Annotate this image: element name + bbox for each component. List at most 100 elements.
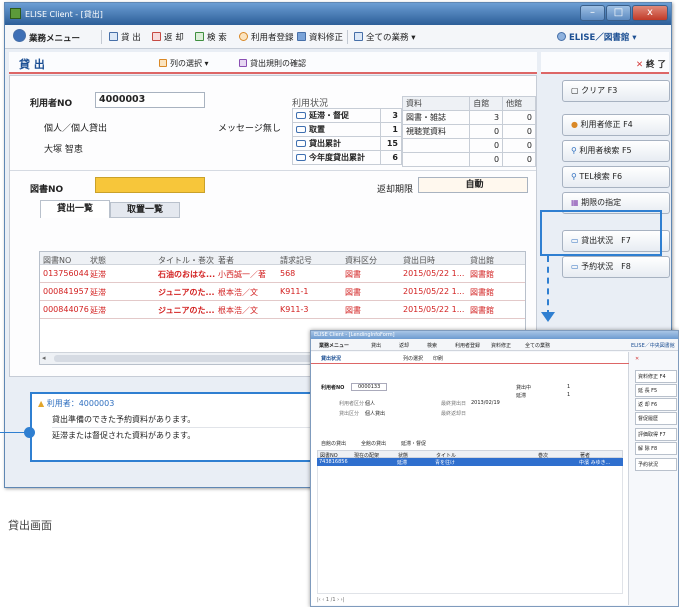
user-name: 大塚 智恵	[44, 145, 83, 155]
calendar-icon: ▦	[571, 198, 579, 207]
sub-side-button[interactable]: 解 除 F8	[635, 442, 677, 455]
book-icon	[296, 112, 306, 119]
item-stats-row: 視聴覚資料 0 0	[401, 124, 536, 139]
sub-menu-main[interactable]: 業務メニュー	[319, 342, 349, 349]
highlight-frame	[540, 210, 662, 256]
divider	[10, 170, 536, 171]
tab-reserve[interactable]: 取置一覧	[110, 202, 180, 218]
user-icon	[239, 32, 248, 41]
book-icon	[296, 140, 306, 147]
sub-title-bar: ELISE Client - [LendingInfoForm]	[311, 331, 678, 339]
user-no-input[interactable]: 4000003	[95, 92, 205, 108]
sub-main: 貸出状況 列の選択 印刷 利用者NO 0000133 利用者区分 個人 最終貸出…	[311, 352, 629, 605]
callout-dot	[24, 427, 35, 438]
sub-menu-lend[interactable]: 貸出	[371, 342, 381, 349]
sub-side-button[interactable]: 督促履歴	[635, 412, 677, 425]
edit-icon	[297, 32, 306, 41]
screen-title: 貸 出	[19, 58, 45, 71]
menu-item-edit[interactable]: 資料修正	[297, 31, 343, 43]
tasks-icon	[354, 32, 363, 41]
item-stats-table: 資料 自館 他館 図書・雑誌 3 0 視聴覚資料 0 0 00 00	[401, 96, 536, 167]
status-row: 今年度貸出累計 6	[292, 150, 403, 165]
sub-grid-header: 図書NO 現在の配架 状態 タイトル 巻次 著者	[317, 450, 623, 459]
sub-radio-all[interactable]: 全館の貸出	[361, 440, 386, 447]
scrollbar-thumb[interactable]	[54, 355, 354, 362]
title-bar: ELISE Client - [貸出] – □ x	[5, 3, 671, 25]
book-no-input[interactable]	[95, 177, 205, 193]
sub-side-button[interactable]: 評価取得 F7	[635, 428, 677, 441]
sub-column-select[interactable]: 列の選択	[403, 355, 423, 362]
menu-user-reg[interactable]: 利用者登録	[239, 31, 294, 43]
reserve-status-button[interactable]: ▭ 予約状況 F8	[562, 256, 670, 278]
sub-radio-overdue[interactable]: 延滞・督促	[401, 440, 426, 447]
globe-icon	[13, 29, 26, 42]
menu-return[interactable]: 返 却	[152, 31, 184, 43]
sub-menu-item-edit[interactable]: 資料修正	[491, 342, 511, 349]
menu-library[interactable]: ELISE／図書館 ▾	[557, 31, 637, 43]
sub-table-row[interactable]: 743816856 延滞 青を往け 中濱 みゆき...	[317, 458, 623, 466]
minimize-button[interactable]: –	[580, 5, 605, 21]
sub-side-button[interactable]: 延 長 F5	[635, 384, 677, 397]
column-select[interactable]: 列の選択 ▾	[159, 58, 209, 69]
menu-bar: 業務メニュー 貸 出 返 却 検 索 利用者登録 資料修正 全ての業務 ▾ EL…	[5, 25, 671, 49]
end-button[interactable]: ✕ 終 了	[636, 58, 666, 70]
callout-line	[547, 256, 549, 316]
rules-icon	[239, 59, 247, 67]
sub-menu-return[interactable]: 返却	[399, 342, 409, 349]
user-search-button[interactable]: ⚲ 利用者検索 F5	[562, 140, 670, 162]
table-row[interactable]: 013756044 延滞 石油のおはな... 小西誠一／著 568 図書 2015/05/2…	[40, 266, 525, 283]
user-message: メッセージ無し	[218, 124, 281, 134]
message-line: 延滞または督促された資料があります。	[52, 431, 196, 440]
sub-menu-search[interactable]: 検索	[427, 342, 437, 349]
menu-divider	[347, 30, 348, 44]
sub-side-button[interactable]: 資料修正 F4	[635, 370, 677, 383]
end-bar: ✕ 終 了	[541, 52, 669, 74]
book-icon	[296, 126, 306, 133]
sub-print[interactable]: 印刷	[433, 355, 443, 362]
user-no-label: 利用者NO	[30, 99, 73, 109]
item-stats-row: 図書・雑誌 3 0	[401, 110, 536, 125]
sub-grid-body	[317, 466, 623, 594]
tab-lending[interactable]: 貸出一覧	[40, 200, 110, 218]
menu-search[interactable]: 検 索	[195, 31, 227, 43]
status-table: 延滞・督促 3 取置 1 貸出累計 15 今年度貸出累計 6	[292, 108, 403, 165]
menu-main[interactable]: 業務メニュー	[13, 29, 80, 44]
maximize-button[interactable]: □	[606, 5, 631, 21]
rule-check-link[interactable]: 貸出規則の確認	[239, 58, 306, 69]
sub-side-button[interactable]: 予約状況	[635, 458, 677, 471]
close-button[interactable]: x	[632, 5, 668, 21]
item-stats-row: 00	[401, 138, 536, 153]
status-row: 取置 1	[292, 122, 403, 137]
person-icon	[557, 32, 566, 41]
search-icon: ⚲	[571, 146, 577, 155]
sub-pager[interactable]: |‹ ‹ 1 /1 › ›|	[317, 597, 344, 603]
book-icon	[296, 154, 306, 161]
user-edit-icon: ●	[571, 120, 578, 129]
due-label: 返却期限	[377, 185, 414, 195]
grid-header: 図書NO 状態 タイトル・巻次 著者 請求記号 資料区分 貸出日時 貸出館	[40, 252, 525, 265]
tel-search-button[interactable]: ⚲ TEL検索 F6	[562, 166, 670, 188]
due-input[interactable]: 自動	[418, 177, 528, 193]
status-row: 貸出累計 15	[292, 136, 403, 151]
sub-side-button[interactable]: 返 却 F6	[635, 398, 677, 411]
table-row[interactable]: 000844076 延滞 ジュニアのた... 根本浩／文 K911-3 図書 2015/05…	[40, 302, 525, 319]
table-row[interactable]: 000841957 延滞 ジュニアのた... 根本浩／文 K911-1 図書 2015/05…	[40, 284, 525, 301]
arrow-down-icon	[541, 312, 555, 322]
message-box: ▲ 利用者：4000003 貸出準備のできた予約資料があります。 延滞または督促…	[30, 392, 314, 462]
sub-menu-user-reg[interactable]: 利用者登録	[455, 342, 480, 349]
sub-menu-library[interactable]: ELISE／中央図書館	[631, 342, 675, 349]
sub-header: 貸出状況 列の選択 印刷	[311, 352, 629, 364]
caption: 貸出画面	[8, 519, 52, 532]
sub-user-no[interactable]: 0000133	[351, 383, 388, 391]
sub-menu-all-tasks[interactable]: 全ての業務	[525, 342, 550, 349]
menu-all-tasks[interactable]: 全ての業務 ▾	[354, 31, 415, 43]
clear-button[interactable]: ▢ クリア F3	[562, 80, 670, 102]
item-stats-row: 00	[401, 152, 536, 167]
scroll-left-icon[interactable]: ◂	[42, 354, 46, 362]
menu-lend[interactable]: 貸 出	[109, 31, 141, 43]
sub-close-icon[interactable]: ✕	[635, 356, 639, 362]
sub-radio-own[interactable]: 自館の貸出	[321, 440, 346, 447]
screen-header: 貸 出 列の選択 ▾ 貸出規則の確認	[9, 52, 537, 74]
user-edit-button[interactable]: ● 利用者修正 F4	[562, 114, 670, 136]
message-line: 貸出準備のできた予約資料があります。	[52, 412, 310, 428]
